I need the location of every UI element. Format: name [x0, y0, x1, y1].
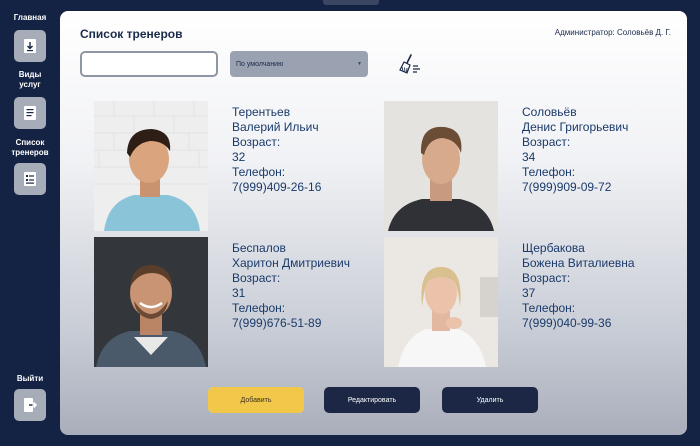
trainer-last-name: Соловьёв	[522, 105, 577, 119]
trainer-last-name: Терентьев	[232, 105, 291, 119]
trainer-phone: 7(999)909-09-72	[522, 180, 612, 194]
trainer-info: Щербакова Божена Виталиевна Возраст: 37 …	[522, 241, 635, 331]
add-button[interactable]: Добавить	[208, 387, 304, 413]
trainer-age: 34	[522, 150, 536, 164]
trainer-photo	[384, 101, 498, 231]
trainer-photo	[94, 237, 208, 367]
logout-icon	[24, 398, 37, 412]
trainer-phone-label: Телефон:	[522, 165, 576, 179]
trainer-age-label: Возраст:	[522, 135, 571, 149]
trainer-phone-label: Телефон:	[232, 301, 286, 315]
trainer-age-label: Возраст:	[522, 271, 571, 285]
logout-button[interactable]	[14, 389, 46, 421]
trainer-card[interactable]: Беспалов Харитон Дмитриевич Возраст: 31 …	[94, 237, 384, 369]
trainer-name: Валерий Ильич	[232, 120, 319, 134]
sidebar: Главная Виды услуг Список тренеров Выйти	[0, 0, 60, 446]
search-input[interactable]	[80, 51, 218, 77]
trainer-age-label: Возраст:	[232, 135, 281, 149]
sidebar-item-label-home: Главная	[13, 13, 47, 22]
trainer-age: 37	[522, 286, 536, 300]
page-title: Список тренеров	[80, 27, 183, 41]
admin-label: Администратор: Соловьёв Д. Г.	[554, 28, 671, 37]
trainer-card[interactable]: Соловьёв Денис Григорьевич Возраст: 34 Т…	[384, 101, 674, 233]
sort-select[interactable]: По умолчанию ▼	[230, 51, 368, 77]
sidebar-item-services[interactable]	[14, 97, 46, 129]
delete-button[interactable]: Удалить	[442, 387, 538, 413]
download-icon	[24, 39, 36, 53]
list-icon	[24, 172, 36, 186]
edit-button[interactable]: Редактировать	[324, 387, 420, 413]
trainer-name: Харитон Дмитриевич	[232, 256, 351, 270]
trainer-name: Божена Виталиевна	[522, 256, 635, 270]
trainer-age-label: Возраст:	[232, 271, 281, 285]
trainer-info: Беспалов Харитон Дмитриевич Возраст: 31 …	[232, 241, 350, 331]
sidebar-item-home[interactable]	[14, 30, 46, 62]
trainer-last-name: Щербакова	[522, 241, 585, 255]
trainer-age: 32	[232, 150, 246, 164]
sort-select-value: По умолчанию	[236, 60, 284, 68]
trainer-phone-label: Телефон:	[232, 165, 286, 179]
trainer-phone-label: Телефон:	[522, 301, 576, 315]
trainer-photo	[384, 237, 498, 367]
trainer-info: Терентьев Валерий Ильич Возраст: 32 Теле…	[232, 105, 321, 195]
chevron-down-icon: ▼	[357, 61, 362, 67]
sidebar-item-label-trainers: Список тренеров	[11, 138, 49, 157]
document-icon	[24, 106, 36, 120]
trainer-last-name: Беспалов	[232, 241, 286, 255]
window-notch	[323, 0, 379, 5]
trainer-name: Денис Григорьевич	[522, 120, 629, 134]
trainer-age: 31	[232, 286, 246, 300]
trainer-phone: 7(999)040-99-36	[522, 316, 612, 330]
trainer-phone: 7(999)409-26-16	[232, 180, 322, 194]
sidebar-item-trainers[interactable]	[14, 163, 46, 195]
trainer-card[interactable]: Терентьев Валерий Ильич Возраст: 32 Теле…	[94, 101, 384, 233]
trainer-photo	[94, 101, 208, 231]
sidebar-item-label-services: Виды услуг	[18, 70, 42, 89]
trainer-phone: 7(999)676-51-89	[232, 316, 322, 330]
logout-label: Выйти	[16, 374, 44, 383]
trainer-info: Соловьёв Денис Григорьевич Возраст: 34 Т…	[522, 105, 628, 195]
trainer-card[interactable]: Щербакова Божена Виталиевна Возраст: 37 …	[384, 237, 674, 369]
clear-filters-button[interactable]	[398, 53, 422, 75]
main-panel: Список тренеров Администратор: Соловьёв …	[60, 11, 687, 435]
broom-icon	[399, 54, 420, 74]
